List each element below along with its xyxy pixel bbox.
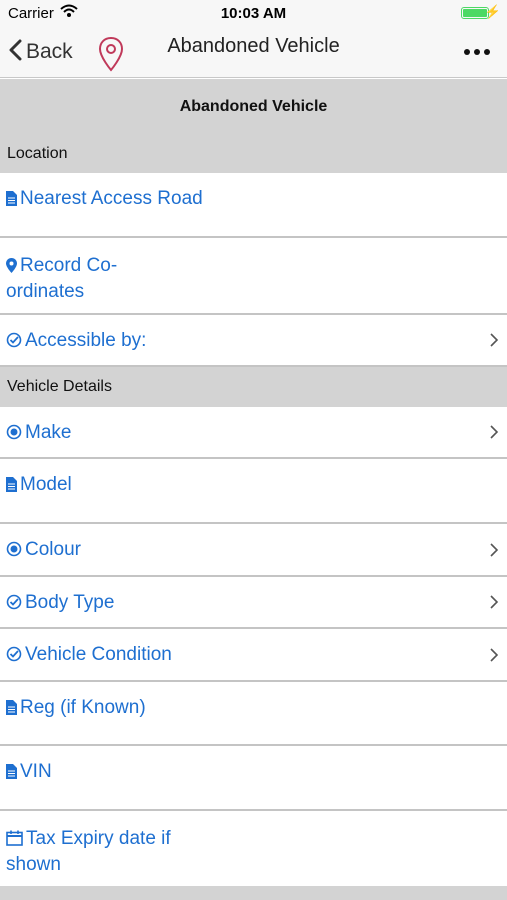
field-model[interactable]: Model <box>0 459 507 524</box>
navigation-bar: Back Abandoned Vehicle <box>0 28 507 78</box>
field-record-coordinates[interactable]: Record Co-ordinates <box>0 238 507 315</box>
chevron-right-icon <box>489 647 499 668</box>
more-options-button[interactable] <box>463 40 491 69</box>
field-label: Model <box>20 474 72 495</box>
back-label: Back <box>26 40 73 63</box>
field-label: Colour <box>25 539 81 560</box>
calendar-icon <box>6 829 23 853</box>
field-label: Body Type <box>25 592 115 613</box>
page-title: Abandoned Vehicle <box>167 35 340 57</box>
check-circle-icon <box>6 593 22 617</box>
form-header: Abandoned Vehicle <box>0 79 507 135</box>
section-header-location: Location <box>0 135 507 173</box>
field-label: Make <box>25 422 72 443</box>
radio-icon <box>6 540 22 564</box>
clock: 10:03 AM <box>220 5 287 22</box>
field-label: Tax Expiry date if shown <box>6 828 171 875</box>
map-pin-button[interactable] <box>98 36 124 77</box>
check-circle-icon <box>6 645 22 669</box>
field-accessible-by[interactable]: Accessible by: <box>0 315 507 367</box>
field-tax-expiry[interactable]: Tax Expiry date if shown <box>0 811 507 886</box>
charging-icon: ⚡ <box>484 4 501 19</box>
chevron-right-icon <box>489 424 499 445</box>
field-label: VIN <box>20 761 52 782</box>
field-vehicle-condition[interactable]: Vehicle Condition <box>0 629 507 682</box>
field-make[interactable]: Make <box>0 407 507 459</box>
field-label: Reg (if Known) <box>20 697 146 718</box>
field-vin[interactable]: VIN <box>0 746 507 811</box>
field-nearest-access-road[interactable]: Nearest Access Road <box>0 173 507 238</box>
document-icon <box>6 698 17 722</box>
section-header-next <box>0 886 507 900</box>
status-bar: Carrier 10:03 AM ⚡ <box>0 0 507 28</box>
chevron-right-icon <box>489 542 499 563</box>
radio-icon <box>6 423 22 447</box>
chevron-right-icon <box>489 332 499 353</box>
field-label: Nearest Access Road <box>20 188 203 209</box>
section-header-vehicle-details: Vehicle Details <box>0 367 507 407</box>
check-circle-icon <box>6 331 22 355</box>
field-colour[interactable]: Colour <box>0 524 507 577</box>
field-label: Accessible by: <box>25 330 147 351</box>
field-label: Vehicle Condition <box>25 644 172 665</box>
document-icon <box>6 475 17 499</box>
field-body-type[interactable]: Body Type <box>0 577 507 629</box>
chevron-right-icon <box>489 594 499 615</box>
document-icon <box>6 762 17 786</box>
back-button[interactable]: Back <box>8 36 73 68</box>
document-icon <box>6 189 17 213</box>
chevron-left-icon <box>8 39 22 66</box>
field-label: Record Co-ordinates <box>6 255 118 302</box>
field-reg[interactable]: Reg (if Known) <box>0 682 507 746</box>
map-pin-icon <box>6 256 17 280</box>
